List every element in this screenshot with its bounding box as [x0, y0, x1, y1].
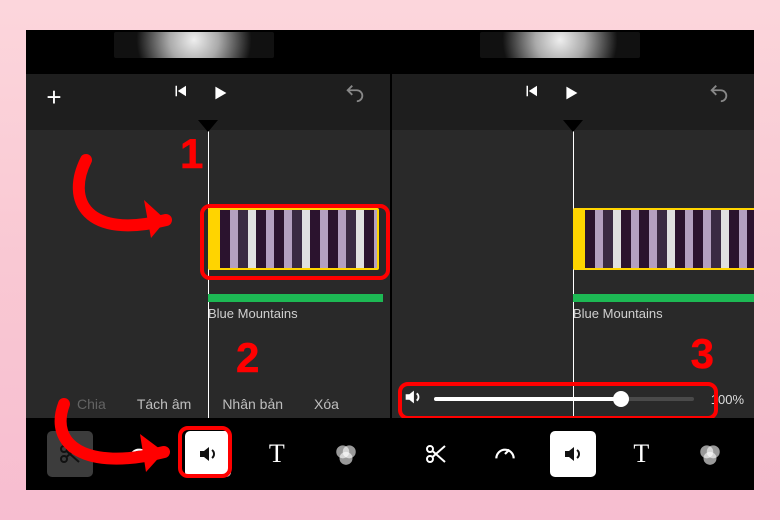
tool-volume[interactable]	[185, 431, 231, 477]
video-clip[interactable]	[208, 208, 379, 270]
edit-toolbar: T	[26, 418, 390, 490]
action-delete[interactable]: Xóa	[314, 396, 339, 412]
add-media-button[interactable]: +	[40, 82, 68, 113]
playhead[interactable]	[208, 130, 209, 420]
panel-step-1-2: + Blue Mountains 1	[26, 30, 390, 490]
audio-track-label: Blue Mountains	[573, 306, 663, 321]
timeline[interactable]: Blue Mountains	[26, 130, 390, 420]
clip-thumbnails	[220, 210, 377, 268]
preview-thumbnail	[480, 32, 640, 58]
tool-text[interactable]: T	[254, 431, 300, 477]
speaker-icon	[402, 386, 424, 413]
clip-left-handle[interactable]	[210, 210, 220, 268]
volume-percent-label: 100%	[704, 392, 744, 407]
skip-back-button[interactable]	[522, 82, 540, 100]
text-icon: T	[269, 439, 285, 469]
volume-row: 100%	[392, 380, 754, 418]
tool-filter[interactable]	[323, 431, 369, 477]
tool-cut[interactable]	[47, 431, 93, 477]
speaker-icon	[561, 442, 585, 466]
timeline[interactable]: Blue Mountains	[392, 130, 754, 420]
speaker-icon	[196, 442, 220, 466]
tool-speed[interactable]	[482, 431, 528, 477]
scissors-icon	[58, 442, 82, 466]
preview-thumbnail	[114, 32, 274, 58]
speedometer-icon	[126, 441, 152, 467]
action-detach-audio[interactable]: Tách âm	[137, 396, 191, 412]
undo-button[interactable]	[344, 82, 366, 104]
tool-filter[interactable]	[687, 431, 733, 477]
tool-speed[interactable]	[116, 431, 162, 477]
speedometer-icon	[492, 441, 518, 467]
playhead[interactable]	[573, 130, 574, 420]
action-split[interactable]: Chia	[77, 396, 106, 412]
clip-actions-row: Chia Tách âm Nhân bản Xóa	[26, 390, 390, 418]
filter-icon	[333, 441, 359, 467]
undo-button[interactable]	[708, 82, 730, 104]
video-clip[interactable]	[573, 208, 754, 270]
audio-track[interactable]	[573, 294, 754, 302]
volume-slider[interactable]	[434, 397, 694, 401]
audio-track-label: Blue Mountains	[208, 306, 298, 321]
skip-back-button[interactable]	[171, 82, 189, 100]
volume-knob[interactable]	[613, 391, 629, 407]
filter-icon	[697, 441, 723, 467]
panel-step-3: Blue Mountains 3 100%	[390, 30, 754, 490]
tool-text[interactable]: T	[618, 431, 664, 477]
play-button[interactable]	[209, 82, 231, 104]
clip-thumbnails	[585, 210, 754, 268]
tool-cut[interactable]	[413, 431, 459, 477]
tool-volume[interactable]	[550, 431, 596, 477]
text-icon: T	[633, 439, 649, 469]
audio-track[interactable]	[208, 294, 383, 302]
tutorial-frame: + Blue Mountains 1	[26, 30, 754, 490]
action-duplicate[interactable]: Nhân bản	[222, 396, 283, 412]
clip-left-handle[interactable]	[575, 210, 585, 268]
volume-fill	[434, 397, 621, 401]
scissors-icon	[424, 442, 448, 466]
play-button[interactable]	[560, 82, 582, 104]
edit-toolbar: T	[392, 418, 754, 490]
